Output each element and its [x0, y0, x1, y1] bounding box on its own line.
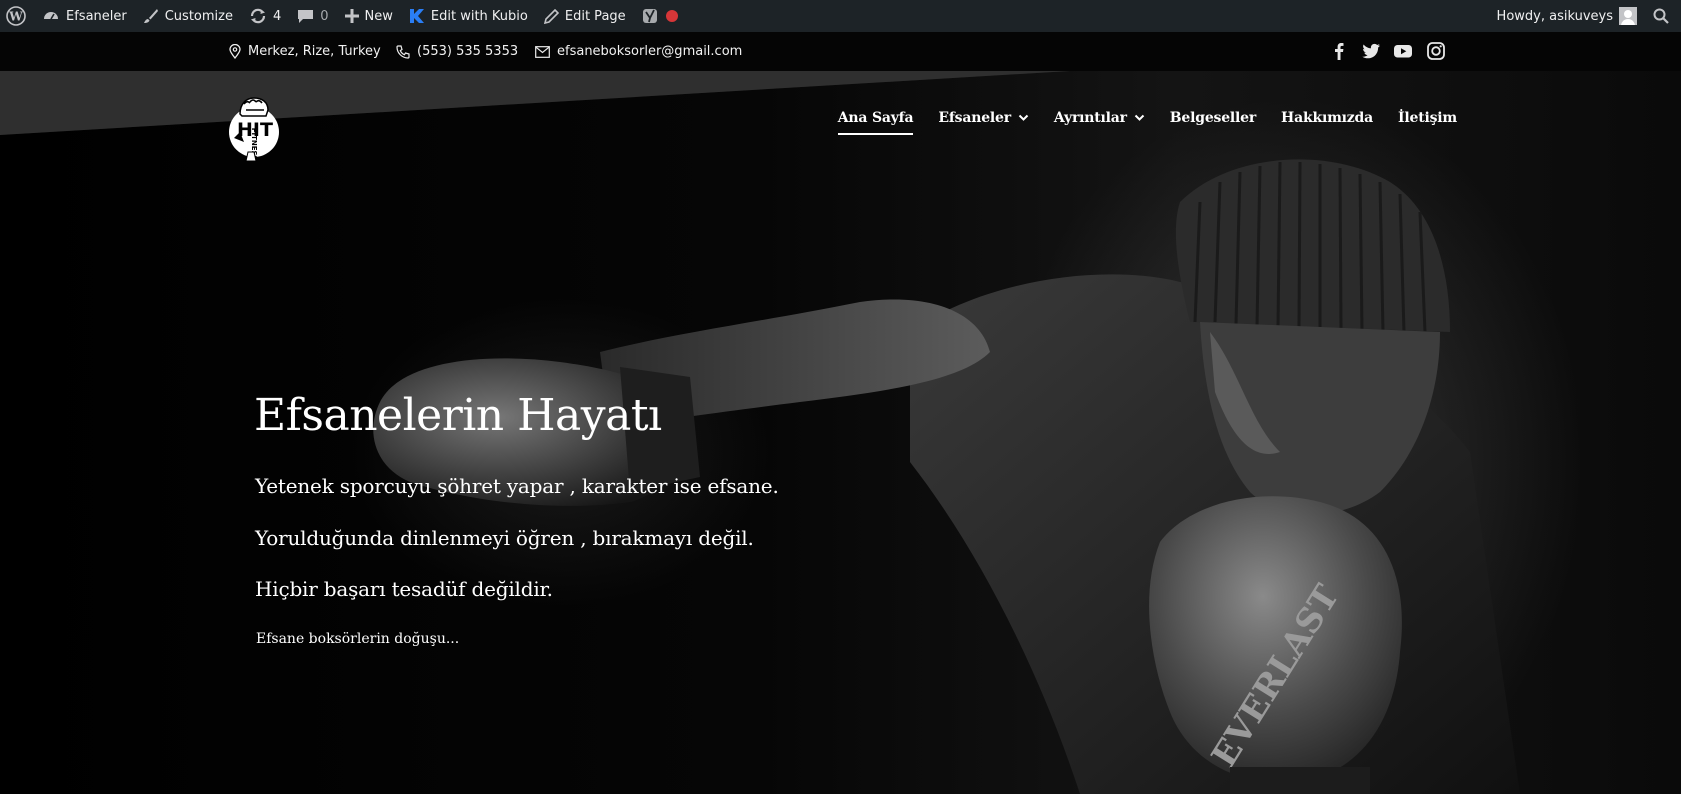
mail-icon: [535, 45, 550, 58]
updates-icon: [250, 8, 266, 24]
nav-item-4[interactable]: Hakkımızda: [1281, 110, 1373, 135]
wordpress-logo-button[interactable]: W: [0, 0, 34, 32]
site-name-button[interactable]: Efsaneler: [34, 0, 135, 32]
phone-info[interactable]: (553) 535 5353: [396, 44, 518, 59]
hero-section: EVERLAST Merkez, Rize, Turkey (553) 535 …: [0, 32, 1681, 794]
hero-read-more-link[interactable]: Efsane boksörlerin doğuşu...: [256, 631, 459, 647]
kubio-icon: [409, 9, 424, 23]
phone-icon: [396, 44, 410, 59]
nav-item-5[interactable]: İletişim: [1398, 110, 1457, 135]
hit-fitness-logo[interactable]: HIT FITNESS: [226, 92, 284, 162]
nav-item-label: Efsaneler: [938, 110, 1011, 126]
kubio-label: Edit with Kubio: [430, 8, 528, 24]
yoast-icon: [642, 9, 657, 23]
new-label: New: [364, 8, 393, 24]
dashboard-icon: [44, 12, 58, 20]
wp-admin-bar: W Efsaneler Customize 4 0 New Edit with …: [0, 0, 1681, 32]
plus-icon: [344, 9, 359, 23]
comments-count: 0: [320, 8, 329, 24]
avatar-icon: [1619, 7, 1637, 25]
customize-button[interactable]: Customize: [135, 0, 241, 32]
location-info: Merkez, Rize, Turkey: [229, 44, 381, 59]
email-info[interactable]: efsaneboksorler@gmail.com: [535, 44, 742, 59]
seo-status-dot-icon: [665, 10, 678, 22]
chevron-down-icon: [1018, 114, 1029, 121]
nav-item-2[interactable]: Ayrıntılar: [1054, 110, 1145, 135]
nav-item-3[interactable]: Belgeseller: [1170, 110, 1256, 135]
facebook-icon[interactable]: [1329, 41, 1349, 61]
wordpress-icon: W: [6, 6, 26, 26]
nav-item-0[interactable]: Ana Sayfa: [837, 110, 914, 135]
comments-button[interactable]: 0: [289, 0, 336, 32]
hero-title: Efsanelerin Hayatı: [254, 390, 662, 441]
search-icon: [1653, 8, 1669, 24]
nav-item-label: Ayrıntılar: [1053, 110, 1127, 126]
nav-item-1[interactable]: Efsaneler: [938, 110, 1029, 135]
admin-search-button[interactable]: [1645, 0, 1681, 32]
yoast-seo-button[interactable]: [634, 0, 686, 32]
map-pin-icon: [229, 44, 241, 59]
top-info-bar: Merkez, Rize, Turkey (553) 535 5353 efsa…: [0, 32, 1681, 71]
hero-quote-3: Hiçbir başarı tesadüf değildir.: [255, 577, 553, 601]
comment-icon: [298, 9, 314, 23]
nav-item-label: İletişim: [1398, 110, 1457, 126]
howdy-label: Howdy, asikuveys: [1496, 8, 1613, 24]
chevron-down-icon: [1134, 114, 1144, 121]
hero-quote-2: Yorulduğunda dinlenmeyi öğren , bırakmay…: [255, 526, 754, 550]
main-navigation: Ana Sayfa Efsaneler Ayrıntılar Belgeseller H…: [837, 110, 1457, 135]
site-name-label: Efsaneler: [66, 8, 127, 24]
phone-text: (553) 535 5353: [417, 44, 519, 59]
email-text: efsaneboksorler@gmail.com: [557, 44, 743, 59]
instagram-icon[interactable]: [1426, 41, 1446, 61]
svg-text:W: W: [8, 10, 23, 24]
paintbrush-icon: [143, 9, 158, 23]
updates-button[interactable]: 4: [241, 0, 289, 32]
youtube-icon[interactable]: [1393, 41, 1413, 61]
nav-item-label: Ana Sayfa: [837, 110, 914, 126]
nav-item-label: Hakkımızda: [1281, 110, 1374, 126]
twitter-icon[interactable]: [1361, 41, 1381, 61]
location-text: Merkez, Rize, Turkey: [248, 44, 381, 59]
pencil-icon: [543, 8, 559, 24]
new-content-button[interactable]: New: [337, 0, 401, 32]
my-account-button[interactable]: Howdy, asikuveys: [1489, 0, 1645, 32]
nav-item-label: Belgeseller: [1169, 110, 1257, 126]
edit-page-button[interactable]: Edit Page: [536, 0, 634, 32]
hero-quote-1: Yetenek sporcuyu şöhret yapar , karakter…: [255, 474, 779, 498]
customize-label: Customize: [164, 8, 233, 24]
updates-count: 4: [272, 8, 282, 24]
edit-with-kubio-button[interactable]: Edit with Kubio: [401, 0, 536, 32]
edit-page-label: Edit Page: [564, 8, 626, 24]
